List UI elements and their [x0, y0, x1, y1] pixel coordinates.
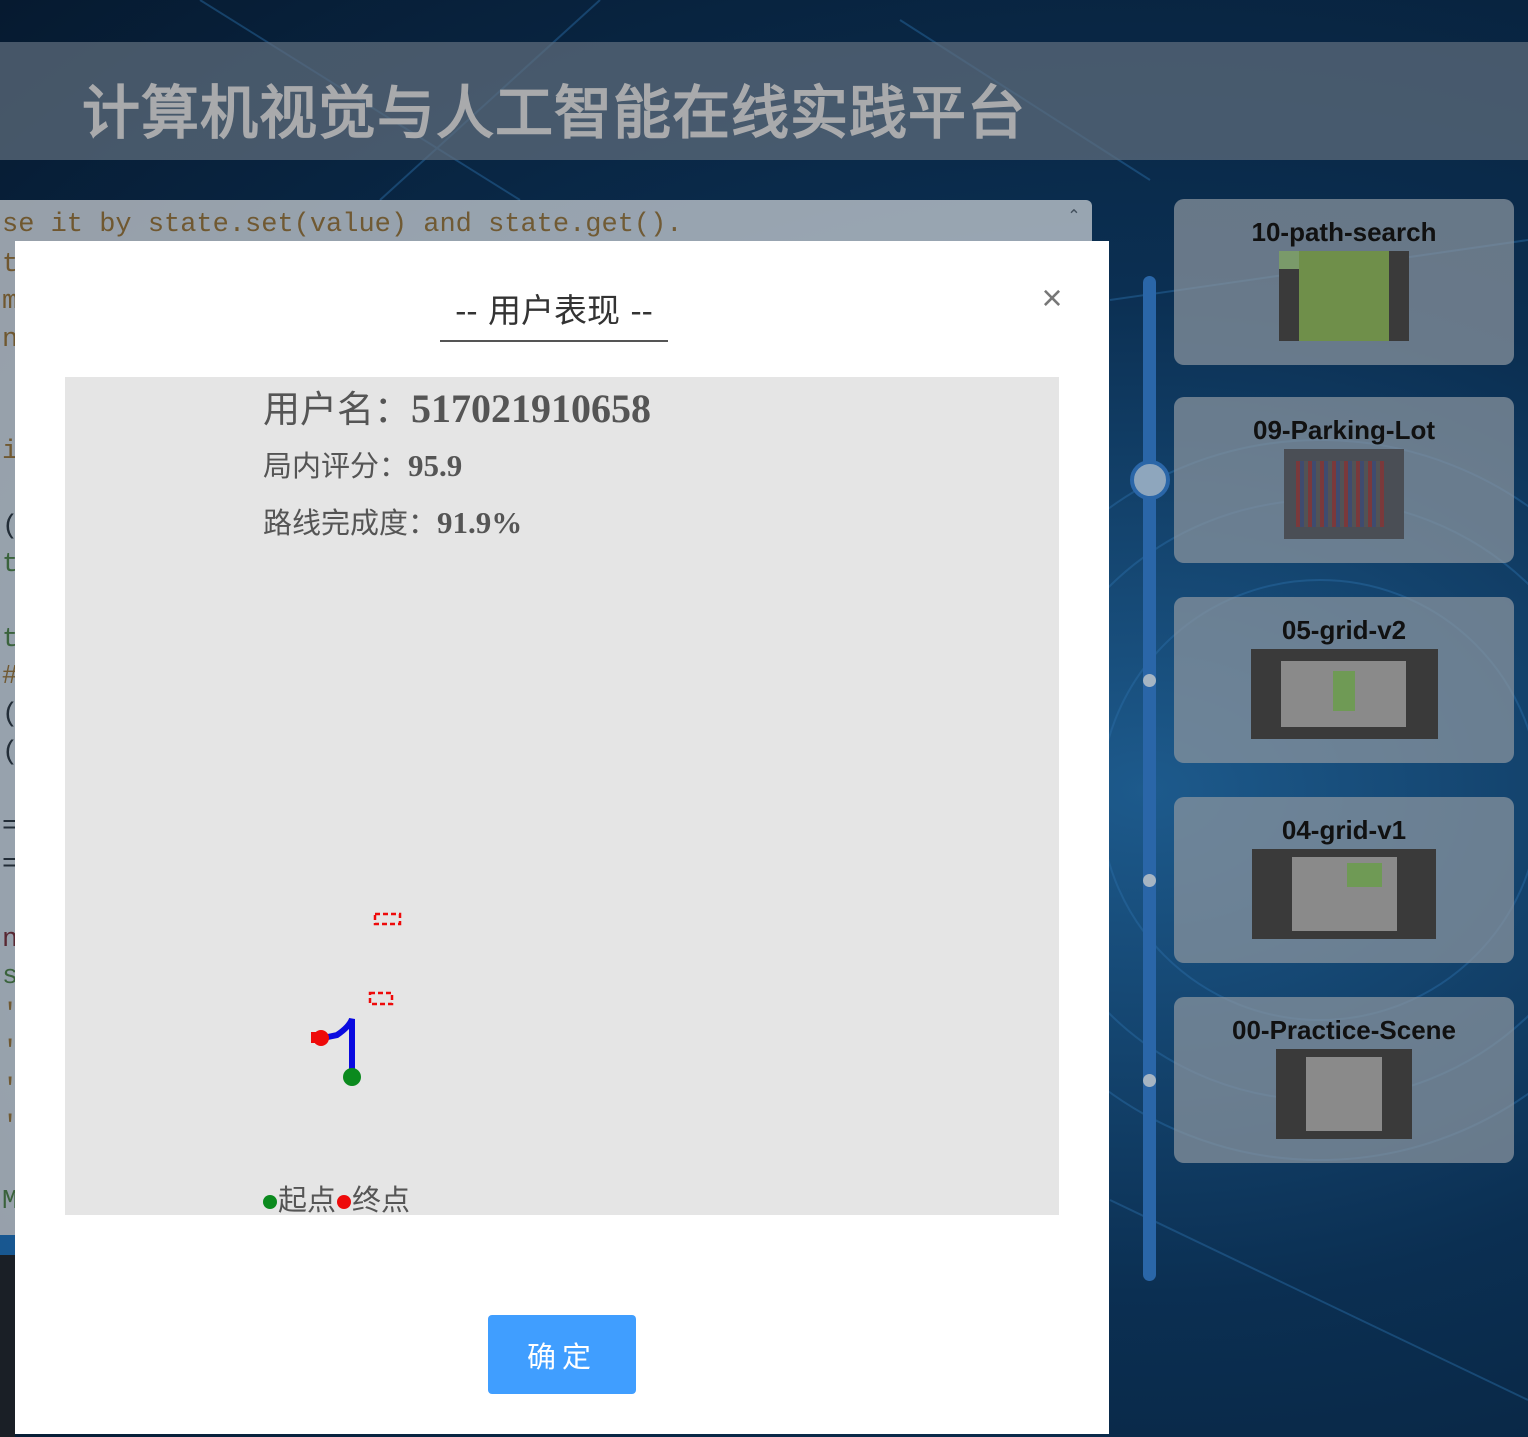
scroll-dot	[1143, 1074, 1156, 1087]
end-point-marker	[311, 1032, 321, 1043]
target-marker	[373, 912, 402, 926]
scene-scroll-handle[interactable]	[1130, 460, 1170, 500]
start-point-marker	[343, 1068, 361, 1086]
scene-thumbnail	[1252, 849, 1436, 939]
scroll-dot	[1143, 874, 1156, 887]
route-plot	[311, 912, 402, 1086]
scene-thumbnail	[1276, 1049, 1412, 1139]
scene-scroll-track[interactable]	[1143, 276, 1156, 1281]
route-path	[322, 1017, 355, 1077]
scroll-up-icon[interactable]: ⌃	[1064, 206, 1084, 226]
target-marker	[368, 991, 394, 1006]
scene-card-04-grid-v1[interactable]: 04-grid-v1	[1174, 797, 1514, 963]
legend-start-label: 起点	[278, 1183, 337, 1215]
plot-legend: 起点 终点	[262, 1177, 410, 1215]
dialog-title: -- 用户表现 --	[440, 284, 668, 342]
scene-card-09-parking-lot[interactable]: 09-Parking-Lot	[1174, 397, 1514, 563]
scene-card-00-practice-scene[interactable]: 00-Practice-Scene	[1174, 997, 1514, 1163]
scene-card-10-path-search[interactable]: 10-path-search	[1174, 199, 1514, 365]
scene-title: 04-grid-v1	[1281, 815, 1407, 845]
result-canvas: 用户名：517021910658 局内评分：95.9 路线完成度：91.9% 起…	[65, 377, 1059, 1215]
scroll-dot	[1143, 674, 1156, 687]
legend-end-label: 终点	[352, 1183, 411, 1215]
editor-status-bar	[0, 1235, 15, 1255]
confirm-button[interactable]: 确定	[488, 1315, 636, 1394]
scene-thumbnail	[1284, 449, 1404, 539]
scene-thumbnail	[1251, 649, 1438, 739]
scene-title: 10-path-search	[1251, 217, 1437, 247]
code-line: se it by state.set(value) and state.get(…	[2, 210, 683, 240]
legend-end-dot	[337, 1195, 352, 1209]
scene-title: 00-Practice-Scene	[1231, 1015, 1457, 1045]
scene-thumbnail	[1279, 251, 1409, 341]
legend-start-dot	[263, 1195, 277, 1209]
scene-card-05-grid-v2[interactable]: 05-grid-v2	[1174, 597, 1514, 763]
app-title: 计算机视觉与人工智能在线实践平台	[82, 79, 1027, 147]
scene-title: 05-grid-v2	[1281, 615, 1407, 645]
console-area	[0, 1255, 15, 1437]
scene-title: 09-Parking-Lot	[1252, 415, 1436, 445]
close-icon[interactable]: ×	[1036, 280, 1068, 316]
